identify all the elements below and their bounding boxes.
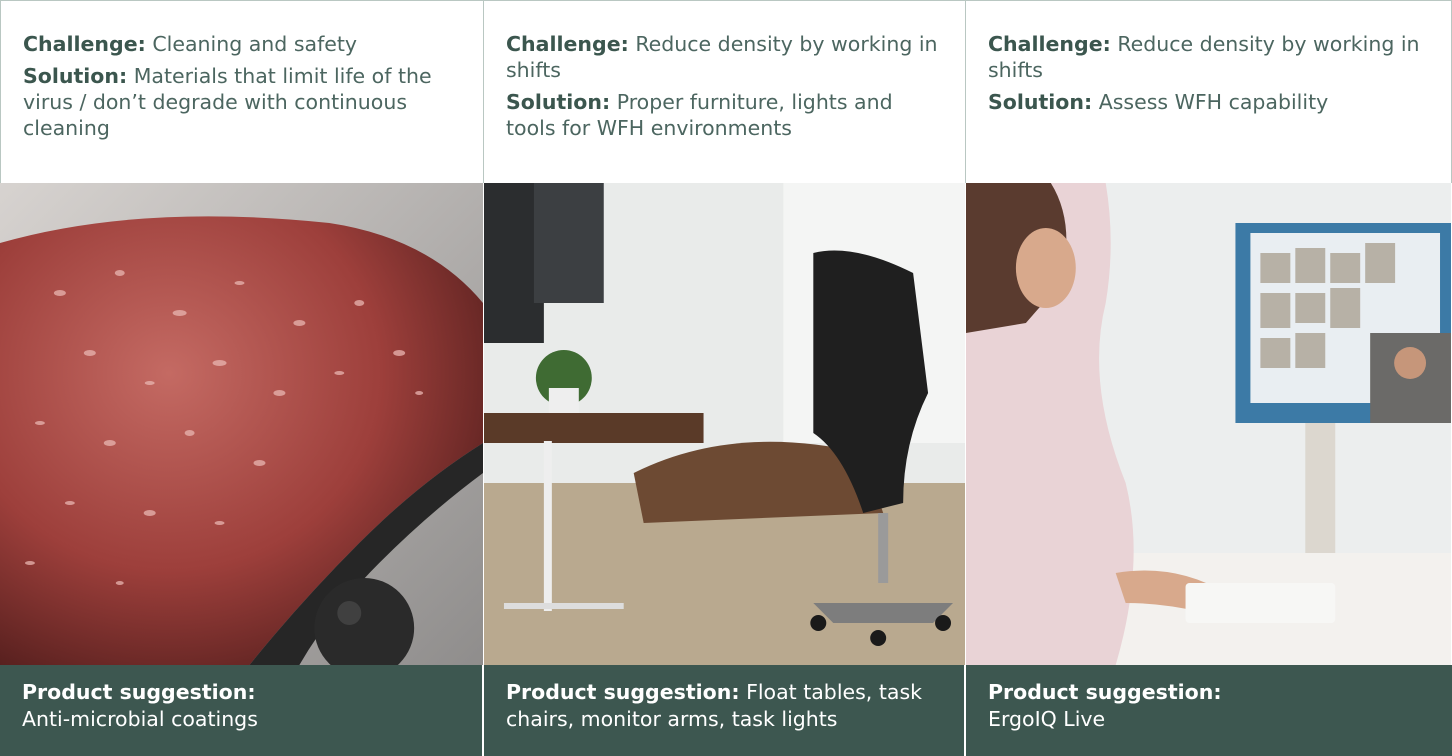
- challenge-solution-grid: Challenge: Cleaning and safety Solution:…: [0, 0, 1452, 756]
- solution-3: Solution: Assess WFH capability: [988, 89, 1429, 115]
- challenge-text: Cleaning and safety: [152, 32, 358, 56]
- product-text: Anti-microbial coatings: [22, 707, 258, 731]
- solution-label: Solution:: [988, 90, 1093, 114]
- challenge-label: Challenge:: [506, 32, 629, 56]
- product-label: Product suggestion:: [506, 680, 740, 704]
- product-suggestion-1: Product suggestion: Anti-microbial coati…: [0, 665, 484, 756]
- column-2-text: Challenge: Reduce density by working in …: [484, 0, 966, 183]
- solution-label: Solution:: [506, 90, 611, 114]
- product-suggestion-3: Product suggestion: ErgoIQ Live: [966, 665, 1452, 756]
- product-label: Product suggestion:: [988, 680, 1222, 704]
- challenge-2: Challenge: Reduce density by working in …: [506, 31, 943, 83]
- product-label: Product suggestion:: [22, 680, 256, 704]
- solution-text: Assess WFH capability: [1098, 90, 1329, 114]
- coating-photo: [0, 183, 484, 665]
- video-call-image: [966, 183, 1451, 665]
- challenge-label: Challenge:: [23, 32, 146, 56]
- product-text: ErgoIQ Live: [988, 707, 1106, 731]
- solution-2: Solution: Proper furniture, lights and t…: [506, 89, 943, 141]
- challenge-label: Challenge:: [988, 32, 1111, 56]
- solution-1: Solution: Materials that limit life of t…: [23, 63, 461, 141]
- video-call-photo: [966, 183, 1452, 665]
- solution-label: Solution:: [23, 64, 128, 88]
- product-suggestion-2: Product suggestion: Float tables, task c…: [484, 665, 966, 756]
- home-office-photo: [484, 183, 966, 665]
- challenge-3: Challenge: Reduce density by working in …: [988, 31, 1429, 83]
- column-3-text: Challenge: Reduce density by working in …: [966, 0, 1452, 183]
- challenge-1: Challenge: Cleaning and safety: [23, 31, 461, 57]
- home-office-image: [484, 183, 965, 665]
- column-1-text: Challenge: Cleaning and safety Solution:…: [0, 0, 484, 183]
- coated-surface-image: [0, 183, 483, 665]
